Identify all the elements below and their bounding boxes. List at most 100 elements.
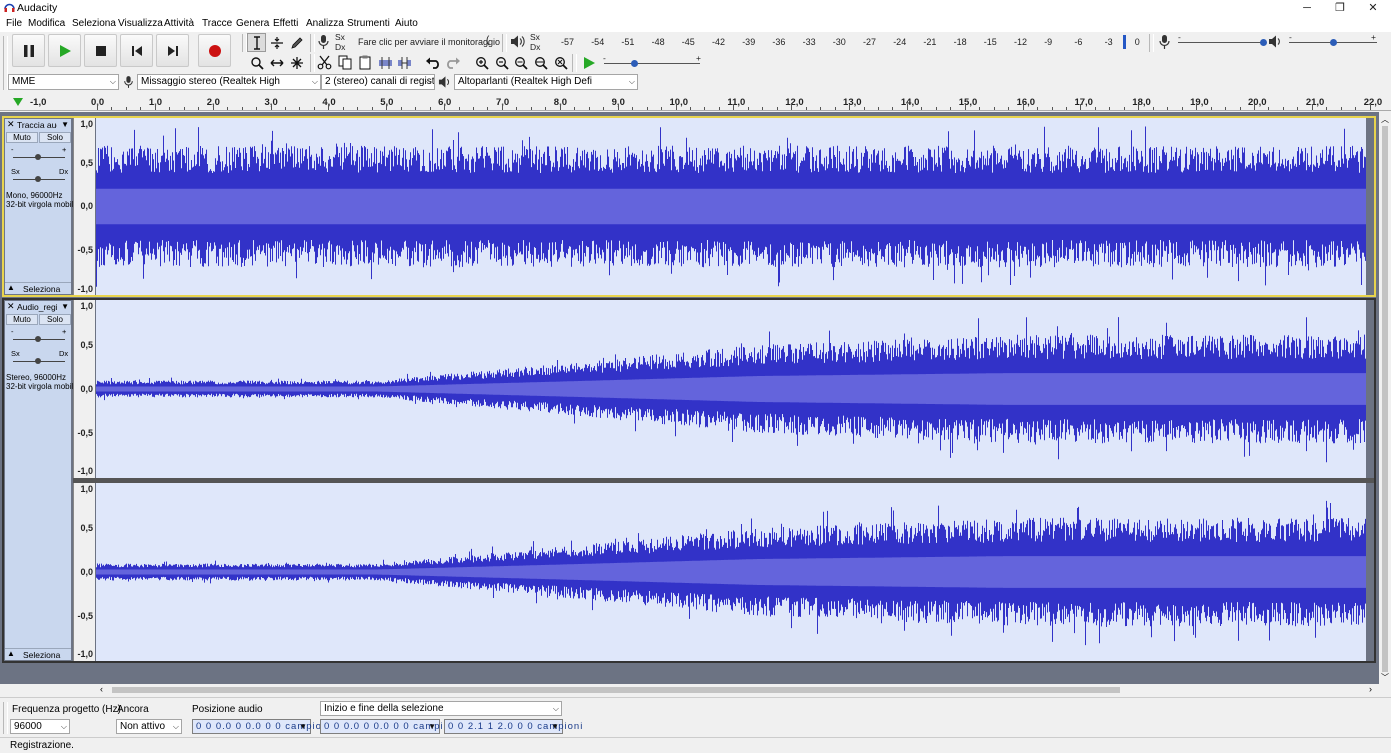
copy-button[interactable] bbox=[335, 53, 354, 72]
selection-start-field[interactable]: 0 0 0.0 0 0.0 0 0 campioni ▼ bbox=[320, 719, 458, 734]
track-2-right-waveform[interactable] bbox=[96, 483, 1366, 661]
multi-tool[interactable] bbox=[287, 53, 306, 72]
vertical-scrollbar[interactable]: ︿ ﹀ bbox=[1379, 112, 1391, 684]
track-1-vertical-scale[interactable]: 1,0 0,5 0,0 -0,5 -1,0 bbox=[73, 118, 95, 295]
track-2-left-waveform[interactable] bbox=[96, 300, 1366, 478]
menu-file[interactable]: File bbox=[6, 18, 22, 29]
redo-button[interactable] bbox=[443, 53, 462, 72]
record-meter-grip[interactable] bbox=[310, 34, 315, 52]
menu-genera[interactable]: Genera bbox=[236, 18, 269, 29]
undo-button[interactable] bbox=[423, 53, 442, 72]
track-1-pan-knob[interactable] bbox=[35, 176, 41, 182]
tracks-panel[interactable]: ✕ Traccia audi ▼ Muto Solo - + Sx Dx Mon… bbox=[0, 112, 1379, 684]
close-track-icon[interactable]: ✕ bbox=[7, 119, 15, 130]
play-meter-scale[interactable]: -57 -54 -51 -48 -45 -42 -39 -36 -33 -30 -27 -24 -21-… bbox=[540, 36, 1145, 50]
time-shift-tool[interactable] bbox=[267, 53, 286, 72]
record-button[interactable] bbox=[198, 34, 231, 67]
selection-mode-select[interactable]: Inizio e fine della selezione ⌵ bbox=[320, 701, 562, 716]
format-menu-icon[interactable]: ▼ bbox=[551, 720, 560, 733]
zoom-tool[interactable] bbox=[247, 53, 266, 72]
selection-tool[interactable] bbox=[247, 33, 266, 52]
play-meter-grip[interactable] bbox=[502, 34, 507, 52]
record-volume-knob[interactable] bbox=[1260, 39, 1267, 46]
track-menu-arrow-icon[interactable]: ▼ bbox=[61, 302, 69, 311]
scroll-up-icon[interactable]: ︿ bbox=[1381, 114, 1389, 125]
menu-strumenti[interactable]: Strumenti bbox=[347, 18, 390, 29]
menu-attivita[interactable]: Attività bbox=[164, 18, 194, 29]
track-2-name[interactable]: Audio_regist bbox=[17, 302, 57, 312]
menu-effetti[interactable]: Effetti bbox=[273, 18, 298, 29]
horizontal-scroll-thumb[interactable] bbox=[112, 687, 1120, 693]
close-window-button[interactable]: ✕ bbox=[1356, 0, 1390, 16]
track-2-select-button[interactable]: ▲ Seleziona bbox=[5, 648, 71, 660]
fit-selection-button[interactable] bbox=[511, 53, 530, 72]
snap-select[interactable]: Non attivo ⌵ bbox=[116, 719, 182, 734]
menu-aiuto[interactable]: Aiuto bbox=[395, 18, 418, 29]
project-rate-select[interactable]: 96000 ⌵ bbox=[10, 719, 70, 734]
close-track-icon[interactable]: ✕ bbox=[7, 301, 15, 312]
scroll-right-icon[interactable]: › bbox=[1369, 684, 1372, 694]
zoom-toggle-button[interactable] bbox=[551, 53, 570, 72]
track-1-name[interactable]: Traccia audi bbox=[17, 120, 57, 130]
playhead-triangle-icon[interactable] bbox=[12, 97, 24, 107]
mixer-grip[interactable] bbox=[1149, 34, 1154, 52]
recording-channels-select[interactable]: 2 (stereo) canali di registr ⌵ bbox=[321, 74, 435, 90]
track-1-waveform[interactable] bbox=[96, 118, 1366, 295]
play-at-speed-button[interactable] bbox=[579, 53, 598, 72]
recording-device-select[interactable]: Missaggio stereo (Realtek High ⌵ bbox=[137, 74, 321, 90]
cut-button[interactable] bbox=[315, 53, 334, 72]
menu-seleziona[interactable]: Seleziona bbox=[72, 18, 116, 29]
scroll-left-icon[interactable]: ‹ bbox=[100, 684, 103, 694]
skip-to-start-button[interactable] bbox=[120, 34, 153, 67]
audio-position-field[interactable]: 0 0 0.0 0 0.0 0 0 campioni ▼ bbox=[192, 719, 330, 734]
fit-project-button[interactable] bbox=[531, 53, 550, 72]
monitor-hint[interactable]: Fare clic per avviare il monitoraggio bbox=[358, 37, 500, 47]
zoom-in-button[interactable] bbox=[472, 53, 491, 72]
draw-tool[interactable] bbox=[287, 33, 306, 52]
menu-analizza[interactable]: Analizza bbox=[306, 18, 344, 29]
stop-button[interactable] bbox=[84, 34, 117, 67]
vertical-scroll-thumb[interactable] bbox=[1382, 126, 1388, 672]
track-1-control-panel[interactable]: ✕ Traccia audi ▼ Muto Solo - + Sx Dx Mon… bbox=[4, 118, 78, 295]
selection-end-field[interactable]: 0 0 2.1 1 2.0 0 0 campioni ▼ bbox=[444, 719, 582, 734]
silence-button[interactable] bbox=[395, 53, 414, 72]
record-volume-slider[interactable] bbox=[1178, 42, 1266, 43]
track-2-left-vertical-scale[interactable]: 1,0 0,5 0,0 -0,5 -1,0 bbox=[73, 300, 95, 478]
track-2-mute-button[interactable]: Muto bbox=[6, 314, 38, 325]
track-2-right-vertical-scale[interactable]: 1,0 0,5 0,0 -0,5 -1,0 bbox=[73, 483, 95, 661]
collapse-icon[interactable]: ▲ bbox=[7, 283, 15, 292]
playback-speed-slider[interactable] bbox=[604, 63, 700, 64]
trim-button[interactable] bbox=[376, 53, 395, 72]
timeline-ruler[interactable]: -1,0 0,0 1,0 2,0 3,0 4,0 5,0 6,0 7,0 8,0 9,0 10,0 1… bbox=[0, 94, 1391, 111]
track-2-gain-knob[interactable] bbox=[35, 336, 41, 342]
maximize-button[interactable]: ❐ bbox=[1323, 0, 1357, 16]
menu-modifica[interactable]: Modifica bbox=[28, 18, 65, 29]
horizontal-scrollbar[interactable]: ‹ › bbox=[96, 684, 1379, 696]
audio-host-select[interactable]: MME ⌵ bbox=[8, 74, 119, 90]
play-button[interactable] bbox=[48, 34, 81, 67]
track-menu-arrow-icon[interactable]: ▼ bbox=[61, 120, 69, 129]
zoom-out-button[interactable] bbox=[492, 53, 511, 72]
playback-volume-knob[interactable] bbox=[1330, 39, 1337, 46]
menu-tracce[interactable]: Tracce bbox=[202, 18, 232, 29]
play-at-speed-grip[interactable] bbox=[572, 54, 577, 72]
playback-device-select[interactable]: Altoparlanti (Realtek High Defi ⌵ bbox=[454, 74, 638, 90]
collapse-icon[interactable]: ▲ bbox=[7, 649, 15, 658]
scroll-down-icon[interactable]: ﹀ bbox=[1381, 672, 1389, 683]
format-menu-icon[interactable]: ▼ bbox=[428, 720, 437, 733]
track-1-gain-knob[interactable] bbox=[35, 154, 41, 160]
track-1-select-button[interactable]: ▲ Seleziona bbox=[5, 282, 71, 294]
menu-visualizza[interactable]: Visualizza bbox=[118, 18, 163, 29]
microphone-icon[interactable] bbox=[317, 34, 330, 50]
selection-toolbar-grip[interactable] bbox=[3, 702, 8, 734]
track-2-pan-knob[interactable] bbox=[35, 358, 41, 364]
minimize-button[interactable]: ─ bbox=[1290, 0, 1324, 16]
pause-button[interactable] bbox=[12, 34, 45, 67]
track-1-mute-button[interactable]: Muto bbox=[6, 132, 38, 143]
track-1-solo-button[interactable]: Solo bbox=[39, 132, 71, 143]
format-menu-icon[interactable]: ▼ bbox=[299, 720, 308, 733]
track-2-control-panel[interactable]: ✕ Audio_regist ▼ Muto Solo - + Sx Dx Ste… bbox=[4, 300, 78, 661]
paste-button[interactable] bbox=[355, 53, 374, 72]
speaker-icon[interactable] bbox=[510, 34, 525, 49]
envelope-tool[interactable] bbox=[267, 33, 286, 52]
